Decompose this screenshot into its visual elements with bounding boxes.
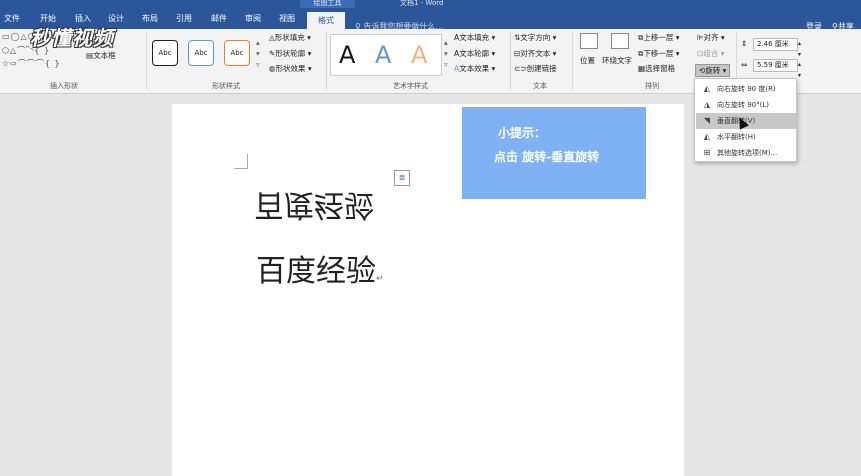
tab-file[interactable]: 文件 xyxy=(4,12,20,26)
context-tab-label: 绘图工具 xyxy=(300,0,355,8)
group-label-insert-shapes: 插入形状 xyxy=(50,82,78,90)
menu-item-rotate-left[interactable]: ◮ 向左旋转 90°(L) xyxy=(696,97,796,113)
bring-forward-button[interactable]: ⧉上移一层 ▾ xyxy=(638,32,680,43)
shape-outline-button[interactable]: ✎形状轮廓 ▾ xyxy=(269,48,311,59)
send-backward-button[interactable]: ⧉下移一层 ▾ xyxy=(638,48,680,59)
align-button[interactable]: ⊫对齐 ▾ xyxy=(697,32,725,43)
paragraph-mark-icon: ↵ xyxy=(376,274,384,284)
tip-body: 点击 旋转-垂直旋转 xyxy=(494,150,600,164)
shape-style-black[interactable]: Abc xyxy=(152,40,178,66)
shape-style-orange[interactable]: Abc xyxy=(224,40,250,66)
position-icon xyxy=(580,33,598,49)
rotate-right-icon: ◭ xyxy=(703,84,711,93)
flipped-textbox[interactable]: 百度经验 xyxy=(254,186,374,230)
ribbon-tab-bar: 文件 开始 插入 设计 布局 引用 邮件 审阅 视图 ♀ 告诉我您想要做什么..… xyxy=(0,8,861,31)
group-label-shape-styles: 形状样式 xyxy=(212,82,240,90)
document-page[interactable]: 百度经验 ≣ 百度经验↵ 小提示： 点击 旋转-垂直旋转 xyxy=(172,104,684,476)
position-button[interactable]: 位置 xyxy=(580,55,595,66)
text-fill-button[interactable]: A文本填充 ▾ xyxy=(454,32,495,43)
document-title: 文档1 - Word xyxy=(400,0,444,7)
text-effect-button[interactable]: A文本效果 ▾ xyxy=(454,63,495,74)
tab-mailings[interactable]: 邮件 xyxy=(211,12,227,26)
tip-box: 小提示： 点击 旋转-垂直旋转 xyxy=(462,107,646,199)
tab-format[interactable]: 格式 xyxy=(307,12,345,29)
tab-review[interactable]: 审阅 xyxy=(245,12,261,26)
wordart-style-blue[interactable]: A xyxy=(375,41,391,69)
group-separator xyxy=(572,32,573,90)
menu-item-flip-horizontal[interactable]: ◭ 水平翻转(H) xyxy=(696,129,796,145)
menu-item-rotate-right[interactable]: ◭ 向右旋转 90 度(R) xyxy=(696,81,796,97)
flip-vertical-icon: ◥ xyxy=(703,116,711,125)
shape-height-input[interactable]: 2.46 厘米 xyxy=(753,38,798,51)
tab-layout[interactable]: 布局 xyxy=(142,12,158,26)
wordart-gallery[interactable]: A A A xyxy=(330,34,442,76)
group-separator xyxy=(146,32,147,90)
rotate-button[interactable]: ⟲旋转 ▾ xyxy=(695,64,731,77)
text-direction-button[interactable]: ⇅文字方向 ▾ xyxy=(514,32,556,43)
group-label-wordart-styles: 艺术字样式 xyxy=(393,82,428,90)
style-gallery-scroll[interactable]: ▴ ▾ ▿ xyxy=(256,37,260,70)
tip-title: 小提示： xyxy=(498,126,547,140)
textbox-button[interactable]: ▤文本框 xyxy=(86,50,116,61)
text-outline-button[interactable]: A文本轮廓 ▾ xyxy=(454,48,495,59)
link-icon: ⊂⊃ xyxy=(514,64,527,73)
layout-options-icon[interactable]: ≣ xyxy=(394,170,410,186)
watermark-logo: 秒懂视频 xyxy=(30,26,114,50)
normal-text: 百度经验 xyxy=(256,254,376,289)
align-text-button[interactable]: ⊟对齐文本 ▾ xyxy=(514,48,556,59)
flip-horizontal-icon: ◭ xyxy=(703,132,711,141)
normal-text-line[interactable]: 百度经验↵ xyxy=(256,246,384,290)
wordart-gallery-scroll[interactable]: ▴ ▾ ▿ xyxy=(444,37,448,70)
group-separator xyxy=(326,32,327,90)
rotate-left-icon: ◮ xyxy=(703,100,711,109)
tab-references[interactable]: 引用 xyxy=(176,12,192,26)
flipped-text: 百度经验 xyxy=(254,187,374,222)
shape-gallery-row-3[interactable]: ☆⇨⌒⌒⌒{ } xyxy=(2,58,61,69)
shape-effect-button[interactable]: ◍形状效果 ▾ xyxy=(269,63,312,74)
tab-view[interactable]: 视图 xyxy=(279,12,295,26)
height-icon: ⇕ xyxy=(741,39,748,48)
more-rotation-icon: ⊞ xyxy=(703,148,711,157)
height-spinner[interactable]: ▴ ▾ xyxy=(798,38,801,60)
create-link-button[interactable]: ⊂⊃创建链接 xyxy=(514,63,557,74)
shape-width-input[interactable]: 5.59 厘米 xyxy=(753,59,798,72)
wordart-style-orange[interactable]: A xyxy=(411,41,427,69)
selection-pane-button[interactable]: ▦选择窗格 xyxy=(638,63,675,74)
group-label-arrange: 排列 xyxy=(645,82,659,90)
wrap-text-icon xyxy=(611,33,629,49)
shape-fill-button[interactable]: ◬形状填充 ▾ xyxy=(269,32,311,43)
width-spinner[interactable]: ▴ ▾ xyxy=(798,59,801,81)
group-button[interactable]: ⊡组合 ▾ xyxy=(697,48,724,59)
group-separator xyxy=(510,32,511,90)
shape-style-blue[interactable]: Abc xyxy=(188,40,214,66)
margin-corner-mark xyxy=(234,154,248,169)
wordart-style-black[interactable]: A xyxy=(339,41,355,69)
wrap-text-button[interactable]: 环绕文字 xyxy=(602,55,632,66)
group-label-text: 文本 xyxy=(533,82,547,90)
width-icon: ⇔ xyxy=(741,60,748,69)
menu-item-more-rotation[interactable]: ⊞ 其他旋转选项(M)... xyxy=(696,145,796,161)
title-bar: 绘图工具 文档1 - Word xyxy=(0,0,861,8)
